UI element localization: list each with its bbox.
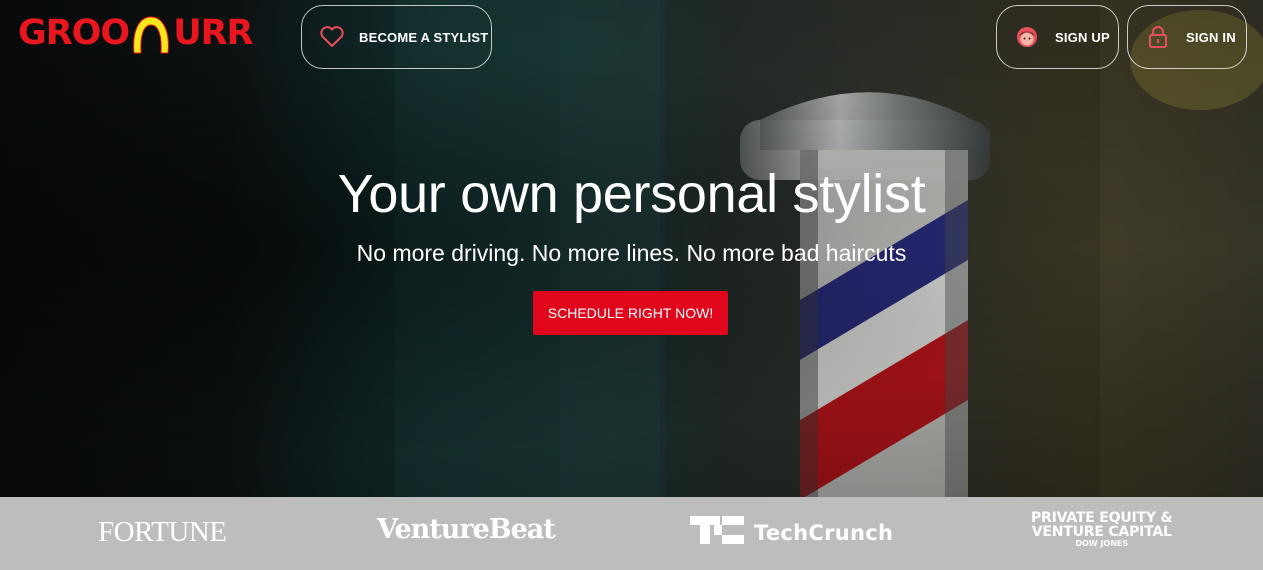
venturebeat-logo: VentureBeat (377, 514, 556, 545)
pe-line-1: PRIVATE EQUITY & (1031, 510, 1173, 526)
groomurr-logo[interactable]: GROO URR (18, 10, 254, 56)
schedule-now-button[interactable]: SCHEDULE RIGHT NOW! (533, 291, 728, 335)
become-stylist-button[interactable]: BECOME A STYLIST (301, 5, 492, 69)
face-icon (1013, 23, 1041, 51)
lock-icon (1144, 23, 1172, 51)
sign-in-label: SIGN IN (1186, 29, 1236, 45)
pe-vc-logo: PRIVATE EQUITY & VENTURE CAPITAL DOW JON… (1031, 510, 1173, 548)
heart-icon (318, 23, 346, 51)
logo-text-right: URR (173, 12, 253, 53)
become-stylist-label: BECOME A STYLIST (359, 29, 489, 45)
sign-up-button[interactable]: SIGN UP (996, 5, 1119, 69)
hero-title: Your own personal stylist (337, 164, 926, 224)
fortune-logo: FORTUNE (98, 516, 227, 548)
techcrunch-icon (690, 516, 744, 549)
hero-subtitle: No more driving. No more lines. No more … (356, 240, 907, 266)
sign-up-label: SIGN UP (1055, 29, 1110, 45)
techcrunch-logo: TechCrunch (690, 516, 893, 549)
logo-text-left: GROO (18, 12, 130, 53)
sign-in-button[interactable]: SIGN IN (1127, 5, 1247, 69)
pe-line-2: VENTURE CAPITAL (1031, 524, 1172, 540)
techcrunch-text: TechCrunch (754, 520, 894, 545)
pe-line-3: DOW JONES (1075, 539, 1129, 548)
press-bar: FORTUNE VentureBeat TechCrunch PRIVATE E… (0, 497, 1263, 570)
mustache-hair-icon (130, 13, 172, 54)
